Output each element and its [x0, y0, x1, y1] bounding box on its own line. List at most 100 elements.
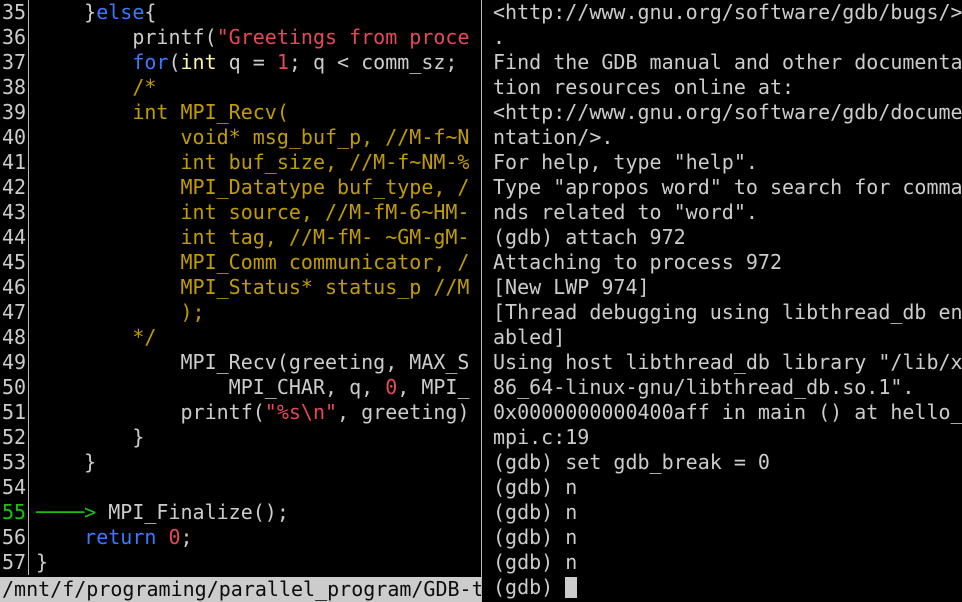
gutter-divider: [28, 475, 29, 500]
source-line: 50 MPI_CHAR, q, 0, MPI_: [0, 375, 481, 400]
code-token: for: [132, 50, 169, 74]
pane-divider[interactable]: [481, 0, 489, 602]
line-number: 40: [2, 125, 27, 149]
source-line: 53 }: [0, 450, 481, 475]
source-line: 43 int source, //M-fM-6~HM-: [0, 200, 481, 225]
code-token: MPI_Status* status_p //M: [36, 275, 470, 299]
line-number: 49: [2, 350, 27, 374]
terminal-line: 86_64-linux-gnu/libthread_db.so.1".: [493, 375, 915, 399]
code-text: void* msg_buf_p, //M-f~N: [36, 125, 469, 150]
code-token: int buf_size, //M-f~NM-%: [36, 150, 470, 174]
terminal-line: (gdb) n: [493, 500, 578, 524]
source-line-current: 55 ────> MPI_Finalize();: [0, 500, 481, 525]
terminal-line: mpi.c:19: [493, 425, 590, 449]
code-token: return: [84, 525, 157, 549]
code-text: );: [36, 300, 204, 325]
current-line-arrow: ────>: [36, 500, 109, 524]
line-number: 41: [2, 150, 27, 174]
code-token: q =: [216, 50, 277, 74]
terminal-line: .: [493, 25, 506, 49]
terminal-line: Attaching to process 972: [493, 250, 782, 274]
source-code-view: 35 }else{36 printf("Greetings from proce…: [0, 0, 481, 575]
gutter-divider: [28, 550, 29, 575]
terminal-line: <http://www.gnu.org/software/gdb/bugs/>: [493, 0, 962, 24]
gdb-terminal-pane[interactable]: <http://www.gnu.org/software/gdb/bugs/>.…: [489, 0, 962, 602]
source-pane[interactable]: 35 }else{36 printf("Greetings from proce…: [0, 0, 481, 602]
terminal-line: nds related to "word".: [493, 200, 758, 224]
line-number: 45: [2, 250, 27, 274]
gutter-divider: [28, 350, 29, 375]
line-number: 55: [2, 500, 27, 524]
terminal-line: (gdb) set gdb_break = 0: [493, 450, 770, 474]
code-token: int MPI_Recv(: [36, 100, 289, 124]
gutter-divider: [28, 75, 29, 100]
line-number: 43: [2, 200, 27, 224]
terminal-line: [Thread debugging using libthread_db en: [493, 300, 962, 324]
code-token: MPI_Finalize();: [108, 500, 289, 524]
source-line: 41 int buf_size, //M-f~NM-%: [0, 150, 481, 175]
terminal-line: For help, type "help".: [493, 150, 758, 174]
source-line: 37 for(int q = 1; q < comm_sz;: [0, 50, 481, 75]
code-token: 0: [385, 375, 398, 399]
source-line: 39 int MPI_Recv(: [0, 100, 481, 125]
code-text: return 0;: [36, 525, 192, 550]
source-line: 54: [0, 475, 481, 500]
code-token: (: [168, 50, 181, 74]
gutter-divider: [28, 125, 29, 150]
terminal-line: (gdb) n: [493, 475, 578, 499]
source-file-path: /mnt/f/programing/parallel_program/GDB-t: [0, 577, 481, 602]
terminal-line: <http://www.gnu.org/software/gdb/docume: [493, 100, 962, 124]
code-text: /*: [36, 75, 156, 100]
line-number: 44: [2, 225, 27, 249]
code-token: }: [36, 0, 97, 24]
code-token: }: [36, 550, 49, 574]
source-line: 42 MPI_Datatype buf_type, /: [0, 175, 481, 200]
terminal-line: Type "apropos word" to search for comma: [493, 175, 962, 199]
gutter-divider: [28, 0, 29, 25]
terminal-line: tion resources online at:: [493, 75, 795, 99]
line-number: 57: [2, 550, 27, 574]
terminal-line: (gdb) n: [493, 525, 578, 549]
code-text: int buf_size, //M-f~NM-%: [36, 150, 469, 175]
terminal-line: ntation/>.: [493, 125, 614, 149]
code-text: }: [36, 550, 48, 575]
gutter-divider: [28, 175, 29, 200]
code-token: /*: [36, 75, 157, 99]
line-number: 35: [2, 0, 27, 24]
source-line: 44 int tag, //M-fM- ~GM-gM-: [0, 225, 481, 250]
code-token: int source, //M-fM-6~HM-: [36, 200, 470, 224]
terminal-line: Find the GDB manual and other documenta: [493, 50, 962, 74]
code-token: void* msg_buf_p, //M-f~N: [36, 125, 470, 149]
code-text: MPI_CHAR, q, 0, MPI_: [36, 375, 470, 400]
code-text: MPI_Status* status_p //M: [36, 275, 469, 300]
source-line: 45 MPI_Comm communicator, /: [0, 250, 481, 275]
code-token: MPI_Recv(greeting, MAX_S: [36, 350, 470, 374]
gutter-divider: [28, 375, 29, 400]
gutter-divider: [28, 400, 29, 425]
code-token: {: [144, 0, 157, 24]
gutter-divider: [28, 200, 29, 225]
line-number: 42: [2, 175, 27, 199]
terminal-line: 0x0000000000400aff in main () at hello_: [493, 400, 962, 424]
source-line: 48 */: [0, 325, 481, 350]
source-line: 40 void* msg_buf_p, //M-f~N: [0, 125, 481, 150]
line-number: 54: [2, 475, 27, 499]
line-number: 46: [2, 275, 27, 299]
gutter-divider: [28, 325, 29, 350]
code-token: "%s\n": [264, 400, 338, 424]
gdb-prompt-line[interactable]: (gdb): [489, 575, 962, 600]
code-token: printf(: [36, 25, 217, 49]
code-text: }: [36, 425, 144, 450]
code-token: "Greetings from proce: [216, 25, 470, 49]
code-token: ; q < comm_sz;: [288, 50, 458, 74]
code-text: for(int q = 1; q < comm_sz;: [36, 50, 457, 75]
code-text: int source, //M-fM-6~HM-: [36, 200, 469, 225]
terminal-line: (gdb) n: [493, 550, 578, 574]
line-number: 48: [2, 325, 27, 349]
line-number: 38: [2, 75, 27, 99]
code-text: MPI_Recv(greeting, MAX_S: [36, 350, 469, 375]
gutter-divider: [28, 250, 29, 275]
code-text: }: [36, 450, 96, 475]
